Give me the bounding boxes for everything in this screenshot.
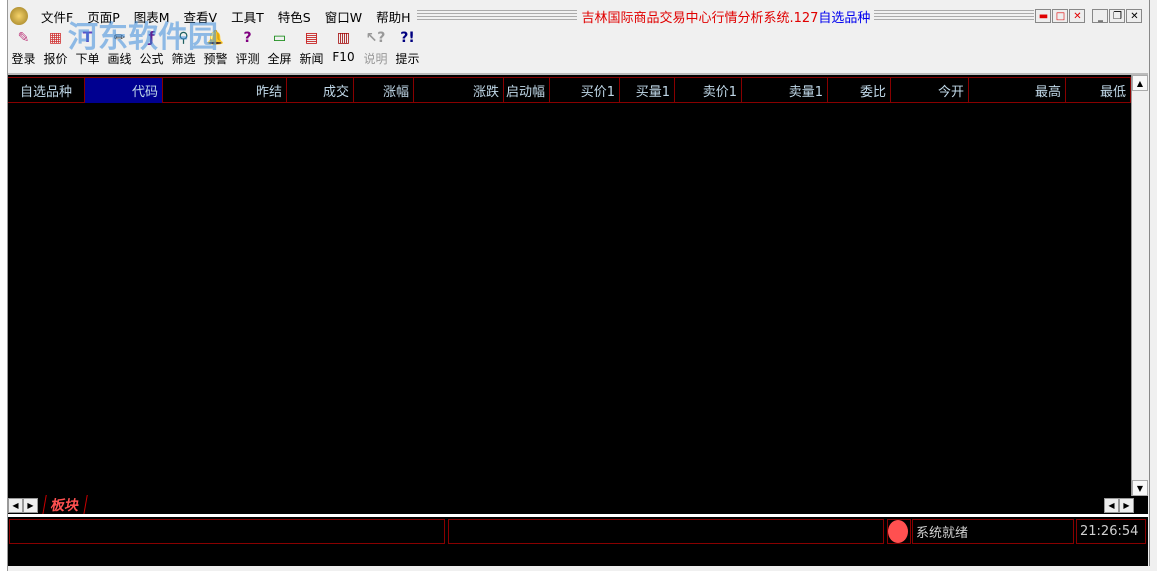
order-icon: T <box>82 30 93 46</box>
minimize-button[interactable]: _ <box>1092 9 1109 23</box>
menu-item-7[interactable]: 帮助H <box>369 7 417 26</box>
toolbar-label: 说明 <box>363 52 388 66</box>
toolbar-label: 全屏 <box>267 52 292 66</box>
tab-sector[interactable]: 板块 <box>42 495 88 515</box>
toolbar-button-10[interactable]: ▥ F10 <box>328 28 359 70</box>
toolbar-label: 评测 <box>235 52 260 66</box>
child-maximize-button[interactable]: □ <box>1052 9 1069 23</box>
hscroll-right[interactable]: ▶ <box>1119 497 1134 513</box>
menu-item-3[interactable]: 查看V <box>177 7 225 26</box>
toolbar-button-9[interactable]: ▤ 新闻 <box>296 28 327 70</box>
column-header-0[interactable]: 自选品种 <box>8 77 85 103</box>
column-header-10[interactable]: 卖量1 <box>742 77 828 103</box>
toolbar-label: 报价 <box>43 52 68 66</box>
alarm-bell-icon: 🔔 <box>206 30 225 46</box>
toolbar-label: 预警 <box>203 52 228 66</box>
draw-line-icon: ✏ <box>113 30 126 46</box>
toolbar-label: 公式 <box>139 52 164 66</box>
toolbar-button-12[interactable]: ?! 提示 <box>392 28 423 70</box>
evaluate-icon: ? <box>243 30 252 46</box>
news-icon: ▤ <box>304 30 319 46</box>
menu-item-4[interactable]: 工具T <box>224 7 271 26</box>
close-button[interactable]: ✕ <box>1126 9 1143 23</box>
menu-grip <box>417 10 578 22</box>
column-header-2[interactable]: 昨结 <box>163 77 287 103</box>
toolbar-button-0[interactable]: ✎ 登录 <box>8 28 39 70</box>
toolbar-label: F10 <box>332 50 355 64</box>
column-header-14[interactable]: 最低 <box>1066 77 1131 103</box>
toolbar-label: 提示 <box>395 52 420 66</box>
toolbar-button-11[interactable]: ↖? 说明 <box>360 28 391 70</box>
scroll-up-button[interactable]: ▲ <box>1132 75 1148 91</box>
books-icon: ▥ <box>336 30 351 46</box>
menu-item-0[interactable]: 文件F <box>34 7 80 26</box>
status-dot-icon <box>888 520 908 543</box>
menu-item-1[interactable]: 页面P <box>80 7 127 26</box>
menu-item-2[interactable]: 图表M <box>127 7 177 26</box>
title-grip <box>874 10 1035 22</box>
column-header-6[interactable]: 启动幅 <box>504 77 550 103</box>
tips-icon: ?! <box>400 30 415 46</box>
background-window-edge <box>0 0 8 571</box>
menu-item-5[interactable]: 特色S <box>271 7 318 26</box>
toolbar-button-4[interactable]: ƒ 公式 <box>136 28 167 70</box>
toolbar-button-5[interactable]: ⚲ 筛选 <box>168 28 199 70</box>
status-time: 21:26:54 <box>1076 519 1146 544</box>
status-text: 系统就绪 <box>912 519 1074 544</box>
column-header-5[interactable]: 涨跌 <box>414 77 504 103</box>
column-header-3[interactable]: 成交 <box>287 77 354 103</box>
tab-scroll-left[interactable]: ◀ <box>8 497 23 513</box>
toolbar-button-2[interactable]: T 下单 <box>72 28 103 70</box>
child-close-button[interactable]: ✕ <box>1069 9 1086 23</box>
status-cell-1 <box>9 519 445 544</box>
tab-scroll-right[interactable]: ▶ <box>23 497 38 513</box>
column-header-12[interactable]: 今开 <box>891 77 969 103</box>
column-header-11[interactable]: 委比 <box>828 77 891 103</box>
menu-item-6[interactable]: 窗口W <box>318 7 369 26</box>
quote-table[interactable]: 自选品种 代码 昨结 成交 涨幅 涨跌 启动幅 买价1 买量1 卖价1 卖量1 委比 今开 最高 最低 ▲ … <box>8 73 1148 496</box>
scroll-down-button[interactable]: ▼ <box>1132 480 1148 496</box>
formula-icon: ƒ <box>148 30 155 46</box>
app-icon[interactable] <box>10 7 28 25</box>
toolbar-label: 登录 <box>11 52 36 66</box>
toolbar-button-1[interactable]: ▦ 报价 <box>40 28 71 70</box>
toolbar-label: 下单 <box>75 52 100 66</box>
hscroll-left[interactable]: ◀ <box>1104 497 1119 513</box>
column-header-13[interactable]: 最高 <box>969 77 1066 103</box>
toolbar-label: 新闻 <box>299 52 324 66</box>
table-header: 自选品种 代码 昨结 成交 涨幅 涨跌 启动幅 买价1 买量1 卖价1 卖量1 委比 今开 最高 最低 <box>8 77 1131 103</box>
status-cell-2 <box>448 519 884 544</box>
login-icon: ✎ <box>17 30 30 46</box>
toolbar-button-7[interactable]: ? 评测 <box>232 28 263 70</box>
connection-indicator <box>887 519 911 544</box>
binoculars-icon: ⚲ <box>178 30 189 46</box>
quote-icon: ▦ <box>48 30 63 46</box>
toolbar: ✎ 登录 ▦ 报价 T 下单 ✏ 画线 ƒ 公式 ⚲ 筛选 🔔 预警? 评测 ▭ 全屏 ▤ 新闻 ▥ F10 ↖? 说明?!… <box>8 28 424 70</box>
menu-bar: 文件F 页面P 图表M 查看V 工具T 特色S 窗口W 帮助H 吉林国际商品交易中心行情分析系… <box>8 6 1150 26</box>
toolbar-button-6[interactable]: 🔔 预警 <box>200 28 231 70</box>
toolbar-button-8[interactable]: ▭ 全屏 <box>264 28 295 70</box>
toolbar-label: 筛选 <box>171 52 196 66</box>
column-header-8[interactable]: 买量1 <box>620 77 675 103</box>
column-header-1[interactable]: 代码 <box>85 77 163 103</box>
toolbar-button-3[interactable]: ✏ 画线 <box>104 28 135 70</box>
column-header-9[interactable]: 卖价1 <box>675 77 742 103</box>
restore-button[interactable]: ❐ <box>1109 9 1126 23</box>
fullscreen-icon: ▭ <box>272 30 287 46</box>
column-header-4[interactable]: 涨幅 <box>354 77 414 103</box>
child-minimize-button[interactable]: ▬ <box>1035 9 1052 23</box>
toolbar-label: 画线 <box>107 52 132 66</box>
column-header-7[interactable]: 买价1 <box>550 77 620 103</box>
help-pointer-icon: ↖? <box>365 30 386 46</box>
vertical-scrollbar[interactable]: ▲ ▼ <box>1131 75 1148 496</box>
tab-bar: ◀ ▶ 板块 ◀ ▶ <box>8 495 1148 515</box>
status-bar: 系统就绪 21:26:54 <box>8 517 1148 566</box>
window-title: 吉林国际商品交易中心行情分析系统.127自选品种 <box>581 10 871 26</box>
